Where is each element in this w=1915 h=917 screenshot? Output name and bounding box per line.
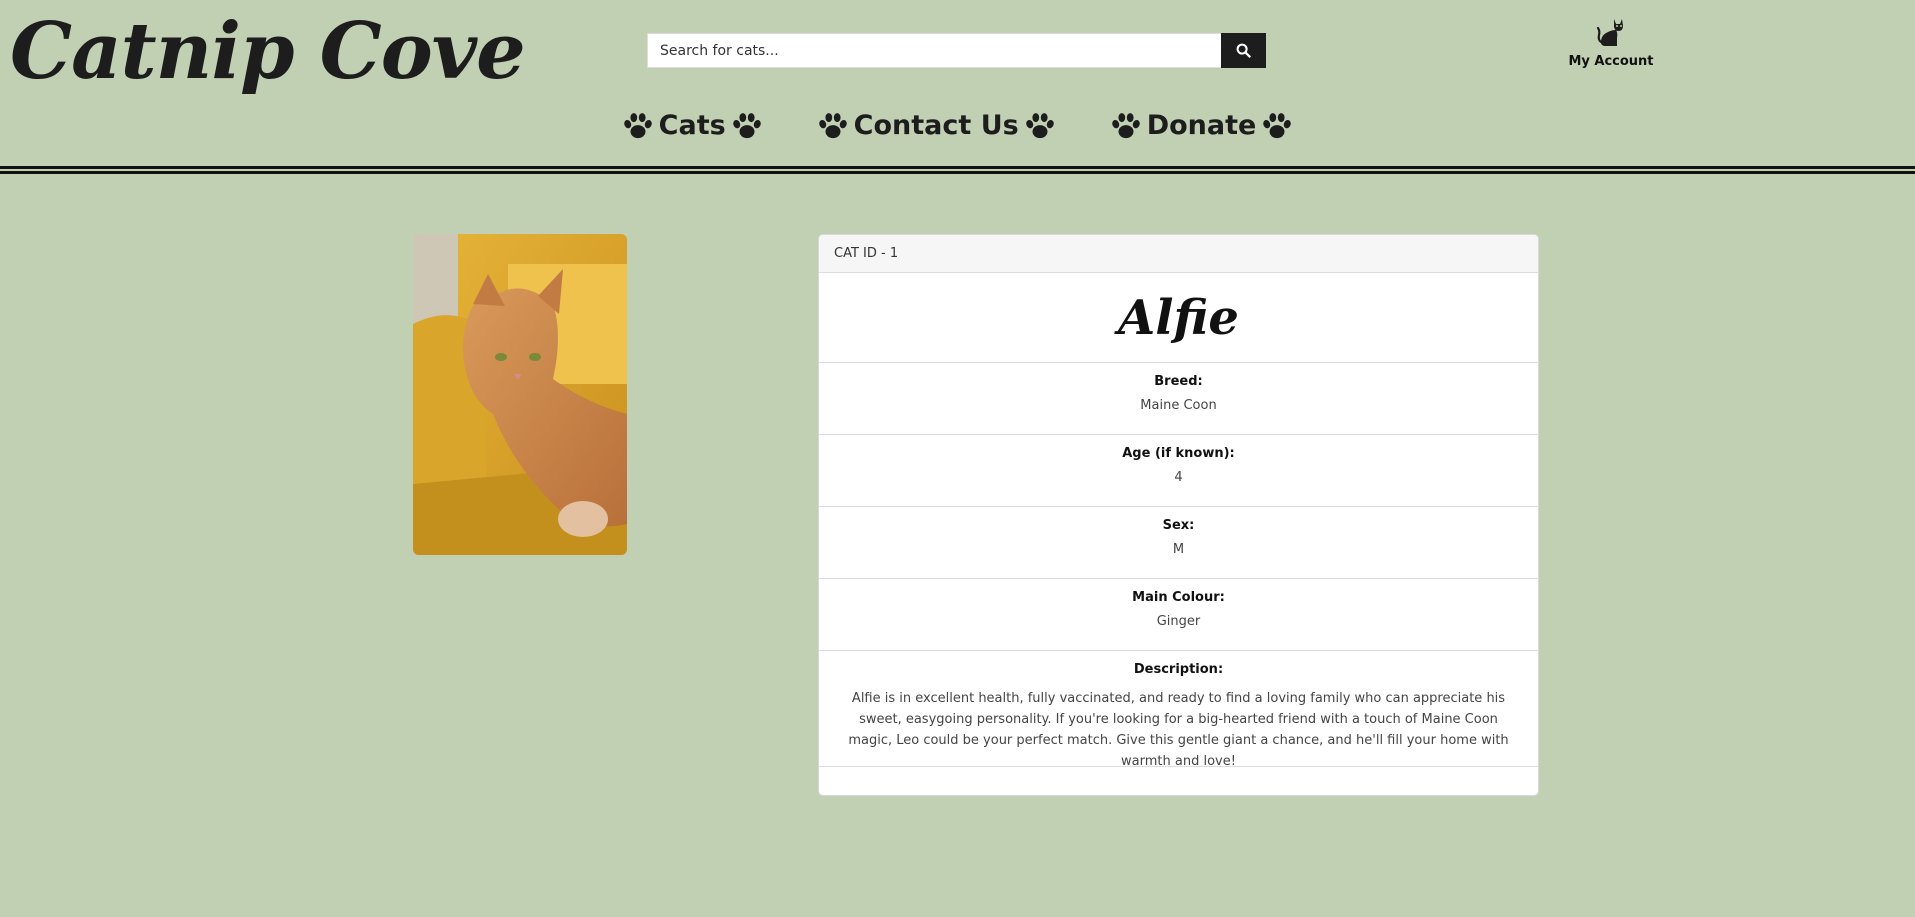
nav-item-label: Donate xyxy=(1146,110,1257,141)
nav-item-cats[interactable]: Cats xyxy=(623,110,762,141)
header-divider-top xyxy=(0,166,1915,169)
paw-icon xyxy=(1025,112,1055,140)
cat-name: Alfie xyxy=(819,273,1538,363)
field-value: 4 xyxy=(1174,470,1183,485)
sex-field: Sex: M xyxy=(819,507,1538,579)
main-nav: Cats Contact Us Donate xyxy=(0,110,1915,141)
nav-item-label: Cats xyxy=(658,110,726,141)
paw-icon xyxy=(818,112,848,140)
paw-icon xyxy=(1262,112,1292,140)
paw-icon xyxy=(732,112,762,140)
my-account-link[interactable]: My Account xyxy=(1568,16,1654,69)
description-text: Alfie is in excellent health, fully vacc… xyxy=(848,691,1509,769)
main-colour-field: Main Colour: Ginger xyxy=(819,579,1538,651)
cat-details-card: CAT ID - 1 Alfie Breed: Maine Coon Age (… xyxy=(818,234,1539,796)
age-field: Age (if known): 4 xyxy=(819,435,1538,507)
description-field: Description: Alfie is in excellent healt… xyxy=(819,651,1538,769)
field-label: Description: xyxy=(1133,662,1224,677)
field-label: Breed: xyxy=(1154,374,1203,389)
paw-icon xyxy=(1111,112,1141,140)
field-value: M xyxy=(1172,542,1185,557)
field-value: Maine Coon xyxy=(1140,398,1217,413)
search-form xyxy=(647,33,1266,68)
search-button[interactable] xyxy=(1221,33,1266,68)
field-label: Sex: xyxy=(1162,518,1195,533)
field-label: Main Colour: xyxy=(1132,590,1225,605)
cat-icon xyxy=(1596,19,1623,46)
field-label: Age (if known): xyxy=(1122,446,1235,461)
paw-icon xyxy=(623,112,653,140)
search-icon xyxy=(1236,43,1251,58)
field-value: Ginger xyxy=(1156,614,1201,629)
nav-item-donate[interactable]: Donate xyxy=(1111,110,1293,141)
cat-id-label: CAT ID - 1 xyxy=(819,235,1538,273)
breed-field: Breed: Maine Coon xyxy=(819,363,1538,435)
cat-photo xyxy=(413,234,627,555)
nav-item-contact-us[interactable]: Contact Us xyxy=(818,110,1055,141)
nav-item-label: Contact Us xyxy=(853,110,1019,141)
site-logo[interactable]: Catnip Cove xyxy=(10,2,526,102)
header-divider-bottom xyxy=(0,171,1915,174)
my-account-label: My Account xyxy=(1568,54,1654,69)
search-input[interactable] xyxy=(647,33,1221,68)
